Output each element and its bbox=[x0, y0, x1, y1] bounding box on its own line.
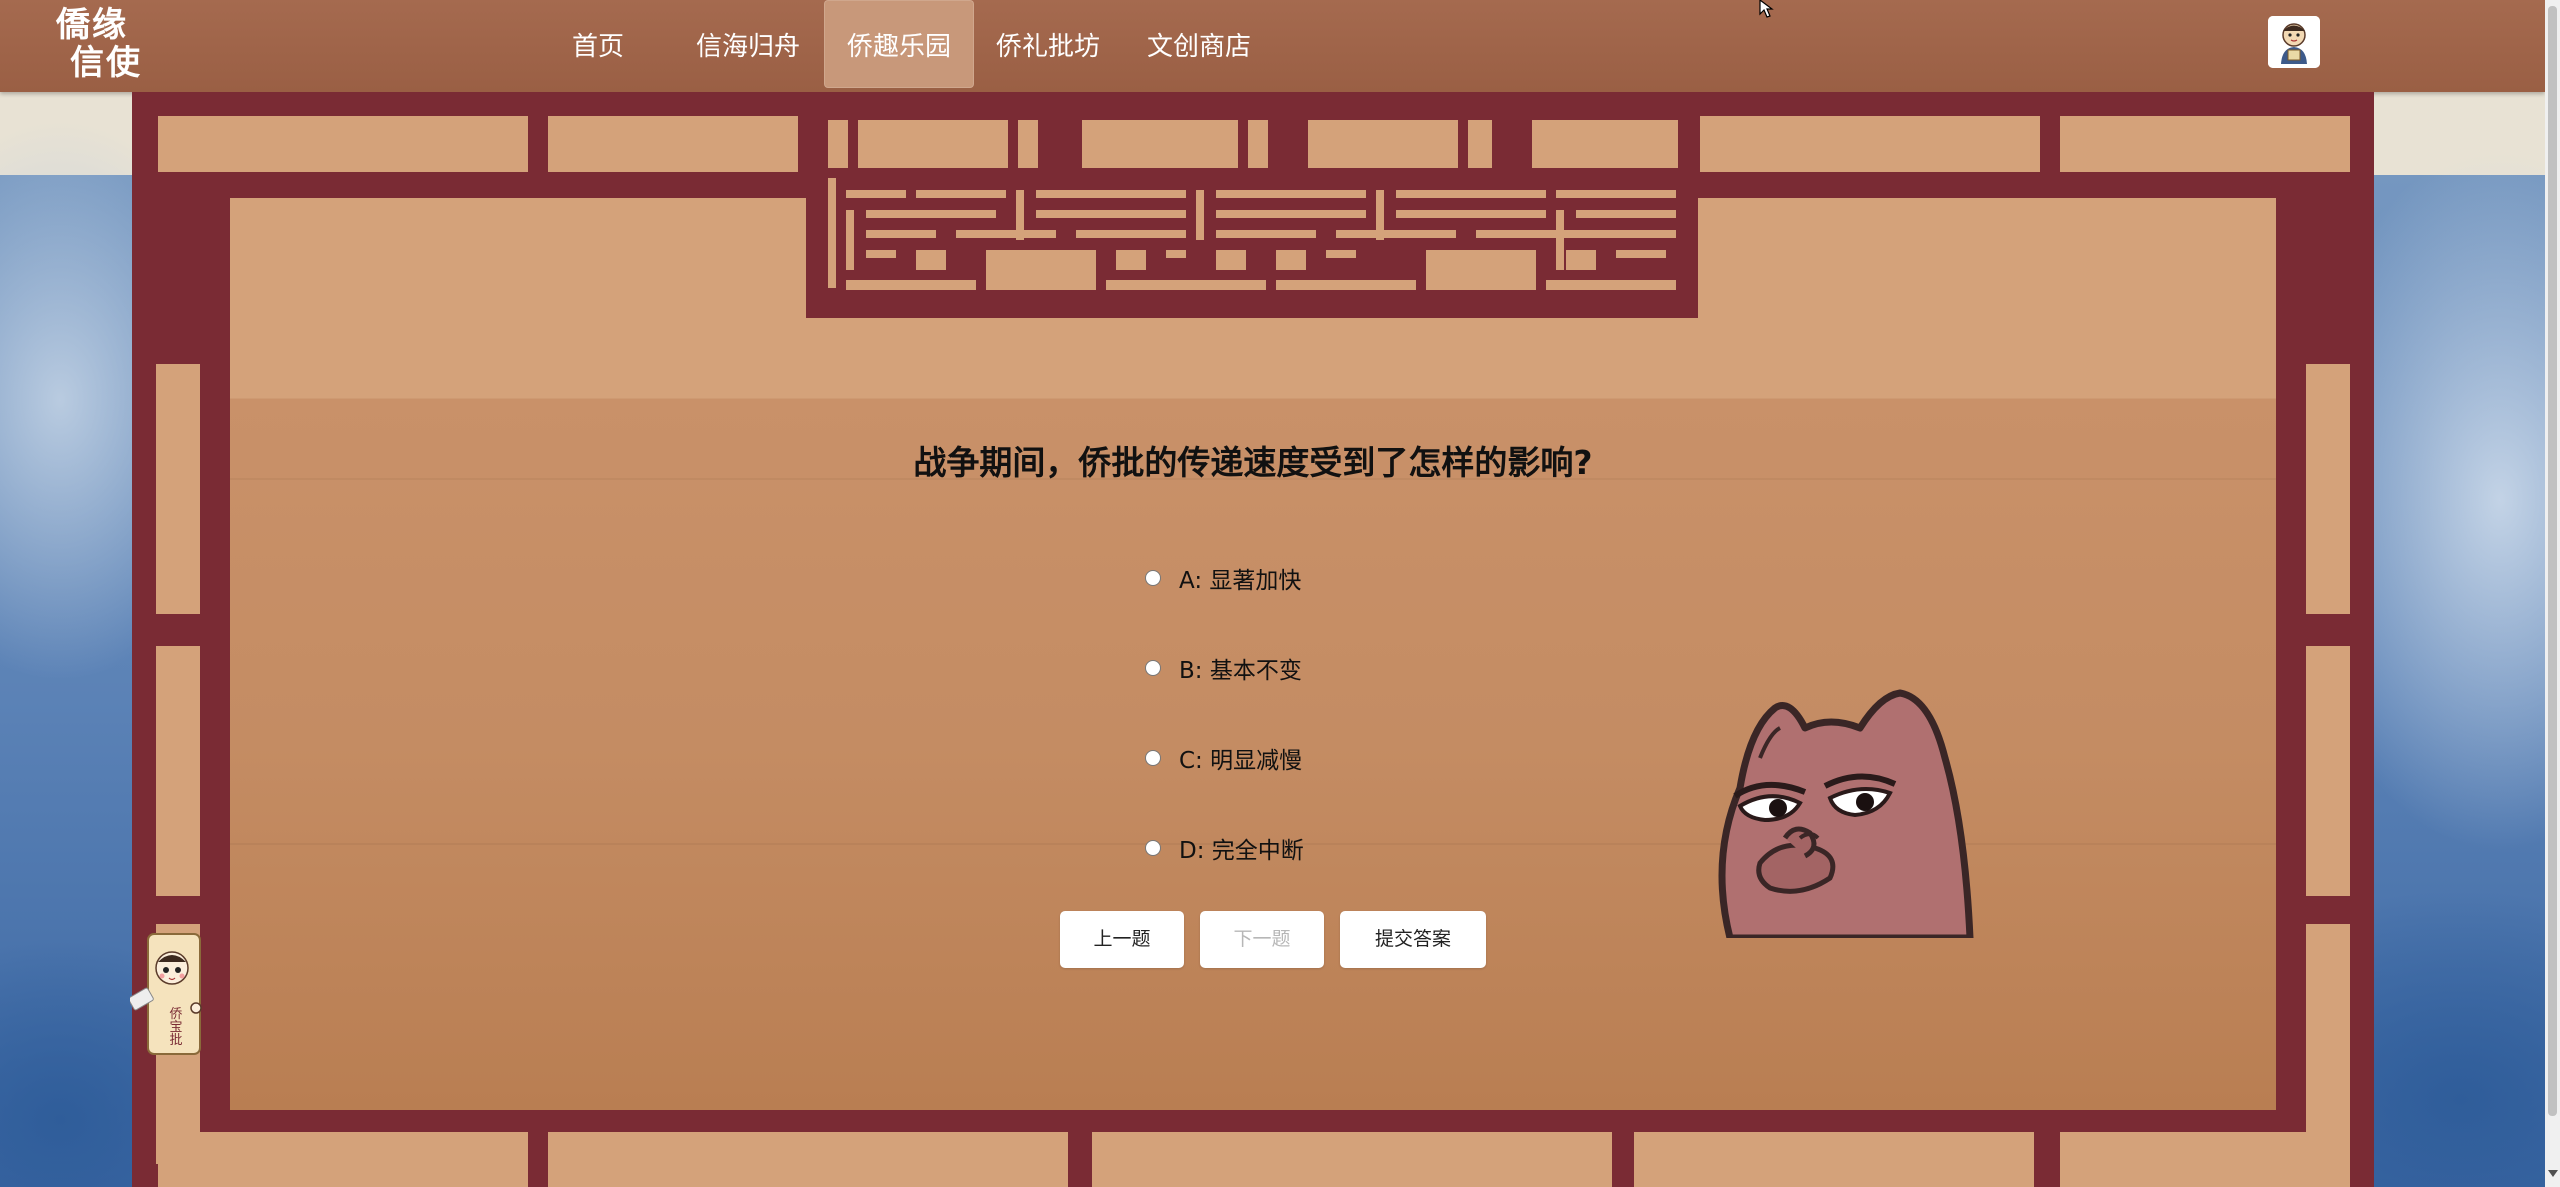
lattice-ornament bbox=[806, 110, 1698, 318]
submit-answer-button[interactable]: 提交答案 bbox=[1340, 911, 1486, 968]
option-a[interactable]: A: 显著加快 bbox=[1145, 558, 1301, 598]
radio-option-c[interactable] bbox=[1145, 750, 1161, 766]
mascot-scroll-text: 侨宝批 bbox=[167, 1007, 183, 1047]
quiz-question: 战争期间，侨批的传递速度受到了怎样的影响? bbox=[913, 443, 1593, 482]
option-b[interactable]: B: 基本不变 bbox=[1145, 648, 1302, 688]
nav-item-wenchuang-shop[interactable]: 文创商店 bbox=[1136, 0, 1262, 88]
scroll-down-arrow-icon[interactable] bbox=[2548, 1170, 2558, 1177]
radio-option-d[interactable] bbox=[1145, 840, 1161, 856]
page-scrollbar[interactable] bbox=[2545, 0, 2560, 1187]
scrollbar-thumb[interactable] bbox=[2548, 6, 2557, 1116]
mascot-scroll-character[interactable]: 侨宝批 bbox=[130, 928, 210, 1058]
next-question-button[interactable]: 下一题 bbox=[1200, 911, 1324, 968]
radio-option-b[interactable] bbox=[1145, 660, 1161, 676]
user-avatar[interactable] bbox=[2268, 16, 2320, 68]
logo-line-2: 信使 bbox=[70, 43, 142, 83]
nav-item-xinhai-guizhou[interactable]: 信海归舟 bbox=[685, 0, 811, 88]
nav-item-qiaoqu-leyuan[interactable]: 侨趣乐园 bbox=[824, 0, 974, 88]
logo-line-1: 僑缘 bbox=[56, 5, 128, 45]
site-logo[interactable]: 僑缘 信使 bbox=[56, 6, 171, 86]
option-c-label[interactable]: C: 明显减慢 bbox=[1179, 741, 1302, 775]
top-nav: 僑缘 信使 首页 信海归舟 侨趣乐园 侨礼批坊 文创商店 bbox=[0, 0, 2545, 92]
option-d[interactable]: D: 完全中断 bbox=[1145, 828, 1304, 868]
avatar-character-icon bbox=[2268, 16, 2320, 68]
option-b-label[interactable]: B: 基本不变 bbox=[1179, 651, 1302, 685]
option-a-label[interactable]: A: 显著加快 bbox=[1179, 561, 1301, 595]
radio-option-a[interactable] bbox=[1145, 570, 1161, 586]
option-d-label[interactable]: D: 完全中断 bbox=[1179, 831, 1304, 865]
prev-question-button[interactable]: 上一题 bbox=[1060, 911, 1184, 968]
option-c[interactable]: C: 明显减慢 bbox=[1145, 738, 1302, 778]
mouse-cursor-icon bbox=[1759, 0, 1774, 18]
nav-item-home[interactable]: 首页 bbox=[560, 0, 636, 88]
thinking-cat-sticker bbox=[1718, 689, 1974, 938]
nav-item-qiaoli-pifang[interactable]: 侨礼批坊 bbox=[985, 0, 1111, 88]
